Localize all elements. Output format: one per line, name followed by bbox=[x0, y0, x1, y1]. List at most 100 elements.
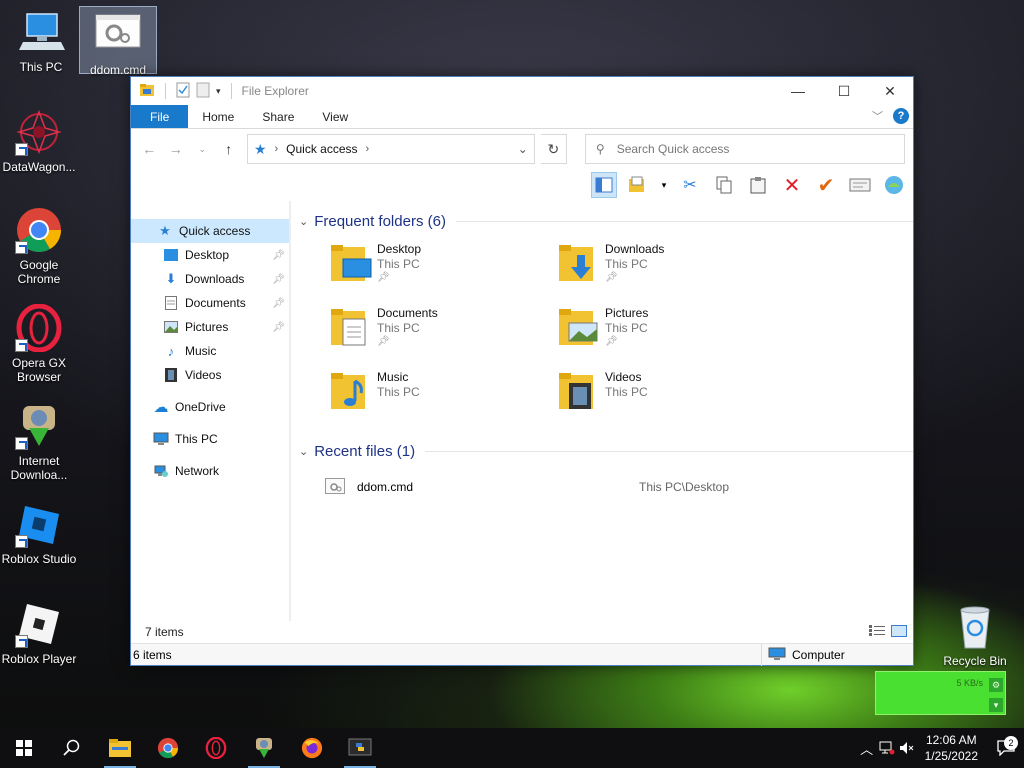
rename-check-icon[interactable]: ✔ bbox=[813, 172, 839, 198]
refresh-button[interactable]: ↻ bbox=[540, 134, 567, 164]
recent-file-row[interactable]: ddom.cmd This PC\Desktop bbox=[325, 475, 913, 499]
taskbar-firefox[interactable] bbox=[288, 728, 336, 768]
clock[interactable]: 12:06 AM 1/25/2022 bbox=[925, 732, 978, 764]
widget-chevron-down-icon[interactable]: ▾ bbox=[989, 698, 1003, 712]
breadcrumb-quick-access[interactable]: Quick access bbox=[286, 142, 357, 156]
network-speed-widget[interactable]: 5 KB/s ⚙ ▾ bbox=[875, 671, 1006, 715]
taskbar-opera-gx[interactable] bbox=[192, 728, 240, 768]
clock-time: 12:06 AM bbox=[925, 733, 977, 747]
back-button[interactable]: ← bbox=[139, 138, 159, 160]
network-speed-text: 5 KB/s bbox=[956, 678, 983, 688]
desktop-icon-roblox-studio[interactable]: Roblox Studio bbox=[0, 500, 78, 566]
chevron-down-icon[interactable]: ⌄ bbox=[299, 215, 308, 228]
nav-desktop[interactable]: Desktop 📌︎ bbox=[131, 243, 289, 267]
folder-tile-videos[interactable]: Videos This PC bbox=[557, 363, 785, 427]
folder-tile-documents[interactable]: Documents This PC 📌︎ bbox=[329, 299, 557, 363]
layout-options-icon[interactable] bbox=[625, 172, 651, 198]
divider bbox=[455, 220, 913, 222]
new-folder-quick-icon[interactable] bbox=[196, 82, 210, 101]
nav-onedrive[interactable]: ☁ OneDrive bbox=[131, 395, 289, 419]
cmd-file-icon bbox=[325, 477, 345, 497]
desktop-icon-roblox-player[interactable]: Roblox Player bbox=[0, 600, 78, 666]
minimize-button[interactable]: — bbox=[775, 77, 821, 105]
address-bar[interactable]: ★ › Quick access › ⌄ bbox=[246, 134, 535, 164]
nav-music[interactable]: ♪ Music bbox=[131, 339, 289, 363]
folder-tile-desktop[interactable]: Desktop This PC 📌︎ bbox=[329, 235, 557, 299]
search-input[interactable]: ⚲ Search Quick access bbox=[584, 134, 905, 164]
large-icons-view-icon[interactable] bbox=[891, 624, 907, 640]
copy-icon[interactable] bbox=[711, 172, 737, 198]
cut-icon[interactable]: ✂ bbox=[677, 172, 703, 198]
desktop-icon-this-pc[interactable]: This PC bbox=[2, 8, 80, 74]
network-globe-icon[interactable] bbox=[881, 172, 907, 198]
search-button[interactable] bbox=[48, 728, 96, 768]
taskbar-file-explorer[interactable] bbox=[96, 728, 144, 768]
title-bar: ▾ File Explorer — ☐ ✕ bbox=[131, 77, 913, 105]
expand-ribbon-chevron-icon[interactable]: ﹀ bbox=[872, 108, 883, 124]
desktop-icon-google-chrome[interactable]: Google Chrome bbox=[0, 206, 78, 286]
folder-app-icon bbox=[139, 82, 155, 101]
tab-home[interactable]: Home bbox=[188, 105, 248, 128]
nav-downloads[interactable]: ⬇ Downloads 📌︎ bbox=[131, 267, 289, 291]
network-icon[interactable] bbox=[877, 741, 897, 755]
preview-pane-icon[interactable] bbox=[591, 172, 617, 198]
desktop-icon-label: Roblox Studio bbox=[1, 552, 77, 566]
action-center-button[interactable]: 2 bbox=[988, 736, 1024, 756]
window-title: File Explorer bbox=[241, 84, 309, 98]
start-button[interactable] bbox=[0, 728, 48, 768]
paste-icon[interactable] bbox=[745, 172, 771, 198]
folder-name: Pictures bbox=[605, 306, 649, 320]
volume-muted-icon[interactable] bbox=[897, 741, 917, 755]
desktop-icon-recycle-bin[interactable]: Recycle Bin bbox=[936, 602, 1014, 668]
desktop-icon-ddom-cmd[interactable]: ddom.cmd bbox=[79, 6, 157, 77]
download-arrow-icon: ⬇ bbox=[165, 271, 177, 286]
nav-videos[interactable]: Videos bbox=[131, 363, 289, 387]
group-header-recent[interactable]: ⌄ Recent files (1) bbox=[299, 439, 913, 463]
file-explorer-window: ▾ File Explorer — ☐ ✕ File Home Share Vi… bbox=[130, 76, 914, 666]
nav-pictures[interactable]: Pictures 📌︎ bbox=[131, 315, 289, 339]
group-title: Frequent folders (6) bbox=[314, 212, 446, 230]
chevron-right-icon[interactable]: › bbox=[366, 143, 370, 155]
forward-button[interactable]: → bbox=[165, 138, 185, 160]
recent-locations-chevron-icon[interactable]: ⌄ bbox=[192, 138, 212, 160]
nav-label: Quick access bbox=[179, 224, 251, 238]
details-view-icon[interactable] bbox=[869, 624, 885, 640]
help-icon[interactable]: ? bbox=[893, 108, 909, 124]
pin-icon: 📌︎ bbox=[272, 297, 285, 309]
tab-share[interactable]: Share bbox=[248, 105, 308, 128]
nav-quick-access[interactable]: ★ Quick access bbox=[131, 219, 289, 243]
delete-icon[interactable]: ✕ bbox=[779, 172, 805, 198]
group-header-frequent[interactable]: ⌄ Frequent folders (6) bbox=[299, 209, 913, 233]
show-hidden-icons-chevron-icon[interactable]: ︿ bbox=[857, 739, 877, 758]
customize-toolbar-dropdown-icon[interactable]: ▾ bbox=[216, 86, 221, 97]
desktop-icon-opera-gx[interactable]: Opera GX Browser bbox=[0, 303, 78, 384]
tab-view[interactable]: View bbox=[308, 105, 362, 128]
taskbar-download-manager[interactable] bbox=[240, 728, 288, 768]
nav-network[interactable]: Network bbox=[131, 459, 289, 483]
properties-quick-icon[interactable] bbox=[176, 82, 190, 101]
chevron-down-icon[interactable]: ⌄ bbox=[518, 142, 528, 156]
folder-tile-downloads[interactable]: Downloads This PC 📌︎ bbox=[557, 235, 785, 299]
nav-this-pc[interactable]: This PC bbox=[131, 427, 289, 451]
ribbon-tabs: File Home Share View ﹀ ? bbox=[131, 105, 913, 129]
maximize-button[interactable]: ☐ bbox=[821, 77, 867, 105]
taskbar-chrome[interactable] bbox=[144, 728, 192, 768]
up-button[interactable]: ↑ bbox=[218, 138, 238, 160]
nav-documents[interactable]: Documents 📌︎ bbox=[131, 291, 289, 315]
desktop-icon-internet-download[interactable]: Internet Downloa... bbox=[0, 402, 78, 482]
layout-dropdown-icon[interactable]: ▾ bbox=[659, 172, 669, 198]
tab-file[interactable]: File bbox=[131, 105, 189, 128]
taskbar-python[interactable] bbox=[336, 728, 384, 768]
shortcut-arrow-icon bbox=[15, 635, 28, 648]
widget-settings-icon[interactable]: ⚙ bbox=[989, 678, 1003, 692]
nav-label: Downloads bbox=[185, 272, 245, 286]
folder-tile-music[interactable]: Music This PC bbox=[329, 363, 557, 427]
shortcut-arrow-icon bbox=[15, 143, 28, 156]
roblox-player-icon bbox=[15, 600, 63, 648]
folder-tile-pictures[interactable]: Pictures This PC 📌︎ bbox=[557, 299, 785, 363]
properties-icon[interactable] bbox=[847, 172, 873, 198]
close-button[interactable]: ✕ bbox=[867, 77, 913, 105]
folder-location: This PC bbox=[377, 321, 420, 335]
desktop-icon-datawagon[interactable]: DataWagon... bbox=[0, 108, 78, 174]
chevron-down-icon[interactable]: ⌄ bbox=[299, 445, 308, 458]
